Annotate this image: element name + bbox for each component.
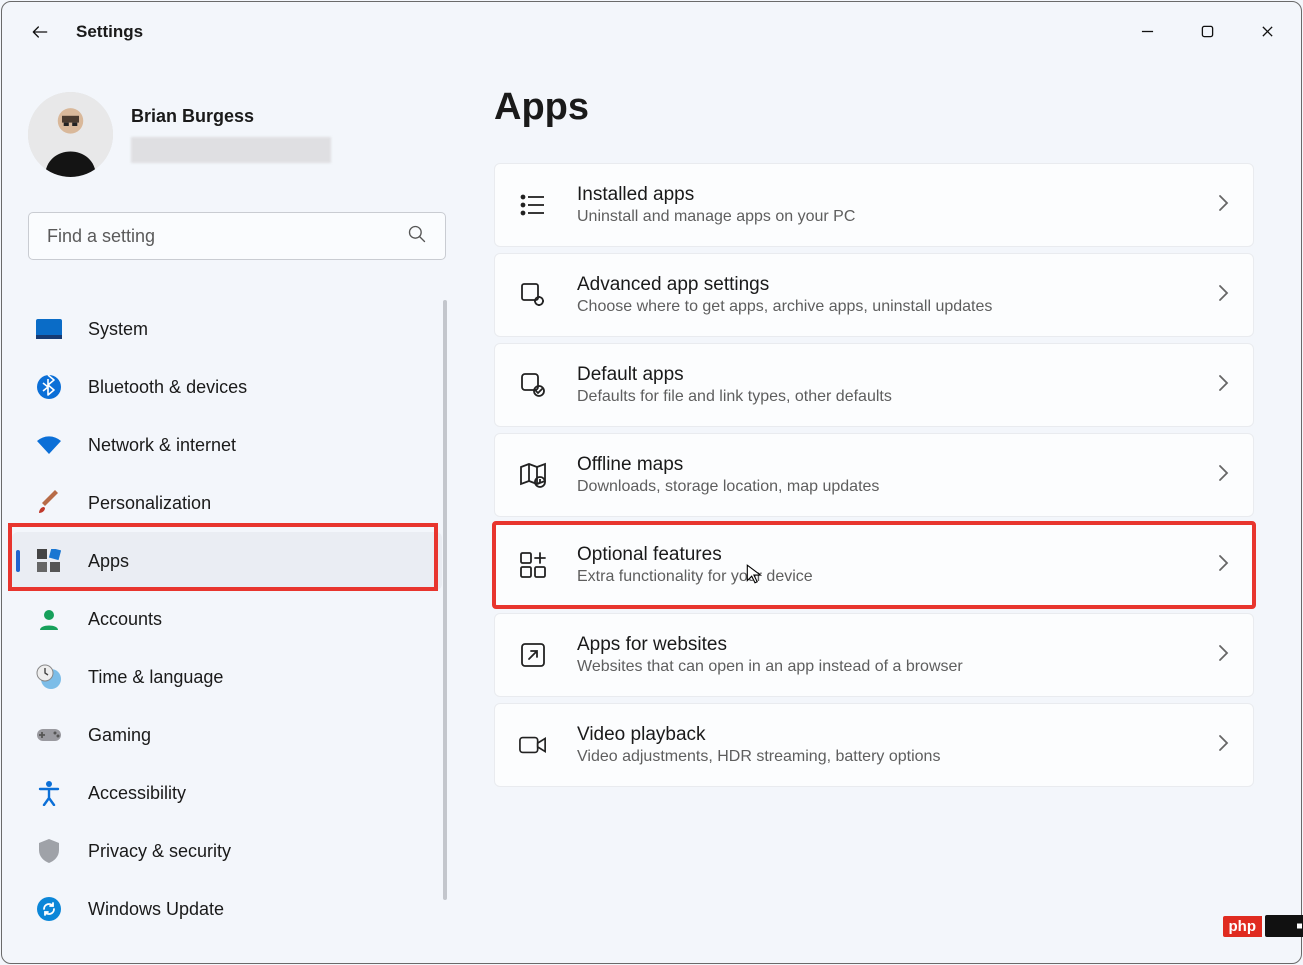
sidebar-item-network[interactable]: Network & internet	[12, 416, 442, 474]
sidebar-item-label: Accounts	[88, 609, 162, 630]
card-title: Apps for websites	[577, 634, 1187, 656]
sidebar-item-time[interactable]: Time & language	[12, 648, 442, 706]
sidebar-item-personalization[interactable]: Personalization	[12, 474, 442, 532]
sidebar-item-apps[interactable]: Apps	[12, 532, 442, 590]
paintbrush-icon	[34, 488, 64, 518]
watermark-flag-icon	[1265, 915, 1303, 937]
card-title: Video playback	[577, 724, 1187, 746]
chevron-right-icon	[1217, 554, 1229, 577]
default-apps-icon	[519, 371, 547, 399]
minimize-icon	[1141, 25, 1154, 38]
card-apps-for-websites[interactable]: Apps for websites Websites that can open…	[494, 613, 1254, 697]
back-button[interactable]	[28, 20, 52, 44]
card-subtitle: Downloads, storage location, map updates	[577, 478, 1187, 496]
watermark-badge: php	[1223, 915, 1303, 937]
sidebar-scrollbar[interactable]	[443, 300, 447, 900]
card-subtitle: Choose where to get apps, archive apps, …	[577, 298, 1187, 316]
sidebar-item-label: Accessibility	[88, 783, 186, 804]
card-subtitle: Defaults for file and link types, other …	[577, 388, 1187, 406]
wifi-icon	[34, 430, 64, 460]
sidebar-item-update[interactable]: Windows Update	[12, 880, 442, 938]
card-subtitle: Websites that can open in an app instead…	[577, 658, 1187, 676]
person-icon	[34, 604, 64, 634]
sidebar-item-label: Bluetooth & devices	[88, 377, 247, 398]
sidebar-item-label: Network & internet	[88, 435, 236, 456]
bluetooth-icon	[34, 372, 64, 402]
map-icon	[519, 461, 547, 489]
close-icon	[1261, 25, 1274, 38]
sidebar-item-privacy[interactable]: Privacy & security	[12, 822, 442, 880]
update-icon	[34, 894, 64, 924]
profile-name: Brian Burgess	[131, 106, 331, 127]
sidebar-item-accounts[interactable]: Accounts	[12, 590, 442, 648]
clock-globe-icon	[34, 662, 64, 692]
open-external-icon	[519, 641, 547, 669]
sidebar-item-label: Gaming	[88, 725, 151, 746]
card-video-playback[interactable]: Video playback Video adjustments, HDR st…	[494, 703, 1254, 787]
chevron-right-icon	[1217, 374, 1229, 397]
chevron-right-icon	[1217, 194, 1229, 217]
gamepad-icon	[34, 720, 64, 750]
watermark-text: php	[1223, 916, 1263, 937]
card-title: Optional features	[577, 544, 1187, 566]
system-icon	[34, 314, 64, 344]
card-subtitle: Video adjustments, HDR streaming, batter…	[577, 748, 1187, 766]
sidebar-item-label: System	[88, 319, 148, 340]
list-icon	[519, 191, 547, 219]
search-input[interactable]	[47, 226, 407, 247]
chevron-right-icon	[1217, 734, 1229, 757]
card-default-apps[interactable]: Default apps Defaults for file and link …	[494, 343, 1254, 427]
card-advanced-app-settings[interactable]: Advanced app settings Choose where to ge…	[494, 253, 1254, 337]
grid-plus-icon	[519, 551, 547, 579]
card-subtitle: Uninstall and manage apps on your PC	[577, 208, 1187, 226]
sidebar-item-label: Apps	[88, 551, 129, 572]
chevron-right-icon	[1217, 644, 1229, 667]
apps-icon	[34, 546, 64, 576]
sidebar-item-system[interactable]: System	[12, 300, 442, 358]
card-title: Default apps	[577, 364, 1187, 386]
card-title: Installed apps	[577, 184, 1187, 206]
shield-icon	[34, 836, 64, 866]
accessibility-icon	[34, 778, 64, 808]
minimize-button[interactable]	[1117, 6, 1177, 56]
window-title: Settings	[76, 22, 143, 42]
card-optional-features[interactable]: Optional features Extra functionality fo…	[494, 523, 1254, 607]
sidebar-nav: System Bluetooth & devices Network & int…	[12, 300, 442, 938]
sidebar-item-label: Personalization	[88, 493, 211, 514]
chevron-right-icon	[1217, 464, 1229, 487]
arrow-left-icon	[30, 22, 50, 42]
profile-email-redacted	[131, 137, 331, 163]
sidebar-item-label: Privacy & security	[88, 841, 231, 862]
profile-block[interactable]: Brian Burgess	[28, 92, 331, 177]
card-installed-apps[interactable]: Installed apps Uninstall and manage apps…	[494, 163, 1254, 247]
sidebar-item-accessibility[interactable]: Accessibility	[12, 764, 442, 822]
card-title: Offline maps	[577, 454, 1187, 476]
chevron-right-icon	[1217, 284, 1229, 307]
avatar	[28, 92, 113, 177]
maximize-button[interactable]	[1177, 6, 1237, 56]
card-subtitle: Extra functionality for your device	[577, 568, 1187, 586]
sidebar-item-gaming[interactable]: Gaming	[12, 706, 442, 764]
sidebar-item-label: Windows Update	[88, 899, 224, 920]
video-icon	[519, 731, 547, 759]
page-title: Apps	[494, 86, 1254, 129]
app-settings-icon	[519, 281, 547, 309]
sidebar-item-bluetooth[interactable]: Bluetooth & devices	[12, 358, 442, 416]
close-button[interactable]	[1237, 6, 1297, 56]
search-icon	[407, 224, 427, 249]
card-offline-maps[interactable]: Offline maps Downloads, storage location…	[494, 433, 1254, 517]
search-box[interactable]	[28, 212, 446, 260]
card-title: Advanced app settings	[577, 274, 1187, 296]
maximize-icon	[1201, 25, 1214, 38]
sidebar-item-label: Time & language	[88, 667, 223, 688]
